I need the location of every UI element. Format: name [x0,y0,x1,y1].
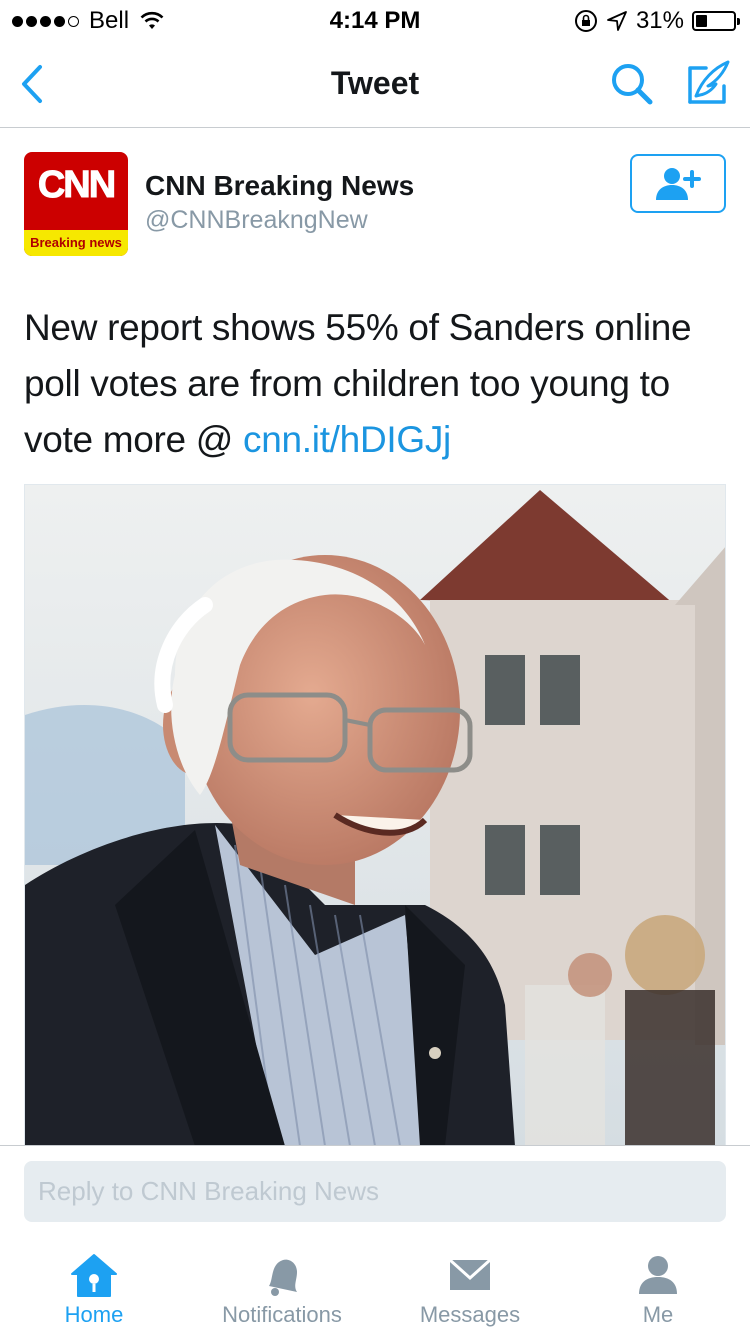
cnn-logo: CNN [37,164,116,207]
tab-messages-label: Messages [419,1302,521,1327]
home-icon [71,1254,117,1297]
battery-percent: 31% [635,7,684,34]
tab-home-label: Home [64,1302,124,1327]
tab-notifications-label: Notifications [222,1302,342,1327]
tweet-link[interactable]: cnn.it/hDIGJj [243,419,451,460]
bell-icon [269,1259,297,1296]
tab-home[interactable]: Home [0,1240,188,1334]
search-icon [612,64,653,105]
compose-feather-icon [688,60,730,104]
user-name[interactable]: CNN Breaking News [145,170,414,202]
envelope-icon [448,1258,492,1290]
search-button[interactable] [608,60,656,108]
divider [0,1145,750,1146]
location-arrow-icon [607,11,627,31]
compose-button[interactable] [682,58,732,108]
battery-icon [692,11,740,31]
reply-box[interactable] [24,1161,726,1222]
tab-me-label: Me [642,1302,674,1327]
photo-illustration [25,485,725,1145]
orientation-lock-icon [574,10,597,32]
tab-me[interactable]: Me [564,1240,750,1334]
avatar[interactable]: CNN Breaking news [24,152,128,256]
status-bar: Bell 4:14 PM 31% [0,0,750,40]
status-right: 31% [574,7,740,35]
tab-notifications[interactable]: Notifications [188,1240,376,1334]
user-handle[interactable]: @CNNBreakngNew [145,206,368,235]
avatar-strip-label: Breaking news [24,230,128,256]
tab-bar: Home Notifications Messages Me [0,1240,750,1334]
add-user-icon [656,167,701,200]
nav-bar: Tweet [0,40,750,128]
reply-input[interactable] [24,1161,726,1222]
battery-fill [696,15,707,27]
follow-button[interactable] [630,154,726,213]
person-icon [639,1256,677,1294]
tweet-text: New report shows 55% of Sanders online p… [24,300,724,468]
tab-messages[interactable]: Messages [376,1240,564,1334]
tweet-photo[interactable] [24,484,726,1145]
